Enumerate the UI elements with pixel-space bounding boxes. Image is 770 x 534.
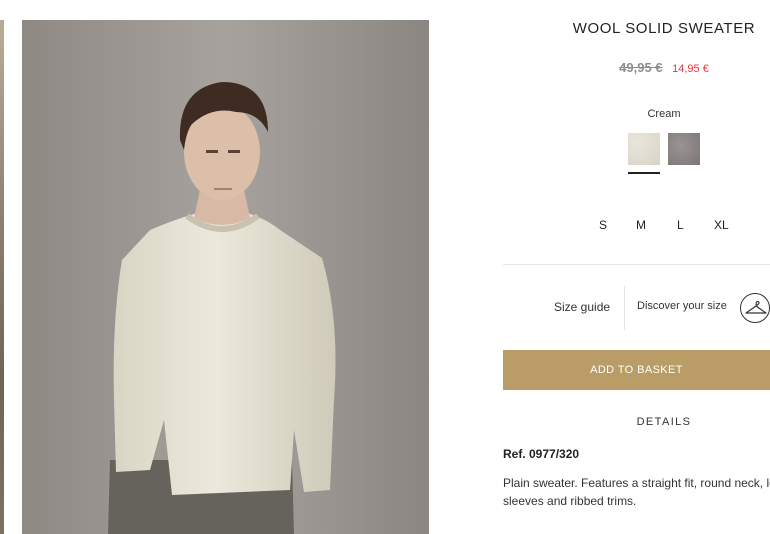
product-title: WOOL SOLID SWEATER bbox=[572, 20, 756, 37]
details-tab[interactable]: DETAILS bbox=[503, 416, 770, 428]
color-swatch-cream[interactable] bbox=[628, 133, 660, 165]
section-divider bbox=[503, 264, 770, 265]
product-reference: Ref. 0977/320 bbox=[503, 447, 580, 461]
product-description: Plain sweater. Features a straight fit, … bbox=[503, 474, 770, 510]
size-option-s[interactable]: S bbox=[599, 218, 607, 232]
product-image[interactable] bbox=[22, 20, 429, 534]
description-line-2: sleeves and ribbed trims. bbox=[503, 494, 637, 508]
color-swatch-grey[interactable] bbox=[668, 133, 700, 165]
price-block: 49,95 € 14,95 € bbox=[503, 60, 770, 75]
add-to-basket-button[interactable]: ADD TO BASKET bbox=[503, 350, 770, 390]
selected-swatch-indicator bbox=[628, 172, 660, 174]
hanger-icon bbox=[745, 300, 767, 314]
size-option-xl[interactable]: XL bbox=[714, 218, 729, 232]
model-wearing-sweater-illustration bbox=[22, 20, 429, 534]
description-line-1: Plain sweater. Features a straight fit, … bbox=[503, 476, 770, 490]
product-info-panel: WOOL SOLID SWEATER 49,95 € 14,95 € Cream… bbox=[503, 0, 770, 534]
size-guide-link[interactable]: Size guide bbox=[554, 300, 610, 314]
adjacent-product-image-edge bbox=[0, 20, 4, 534]
discover-your-size-link[interactable]: Discover your size bbox=[637, 300, 727, 312]
size-option-l[interactable]: L bbox=[677, 218, 684, 232]
original-price: 49,95 € bbox=[619, 60, 663, 75]
size-advisor-button[interactable] bbox=[740, 293, 770, 323]
vertical-separator bbox=[624, 286, 625, 330]
sale-price: 14,95 € bbox=[672, 63, 709, 75]
selected-color-label: Cream bbox=[647, 108, 681, 120]
size-option-m[interactable]: M bbox=[636, 218, 646, 232]
